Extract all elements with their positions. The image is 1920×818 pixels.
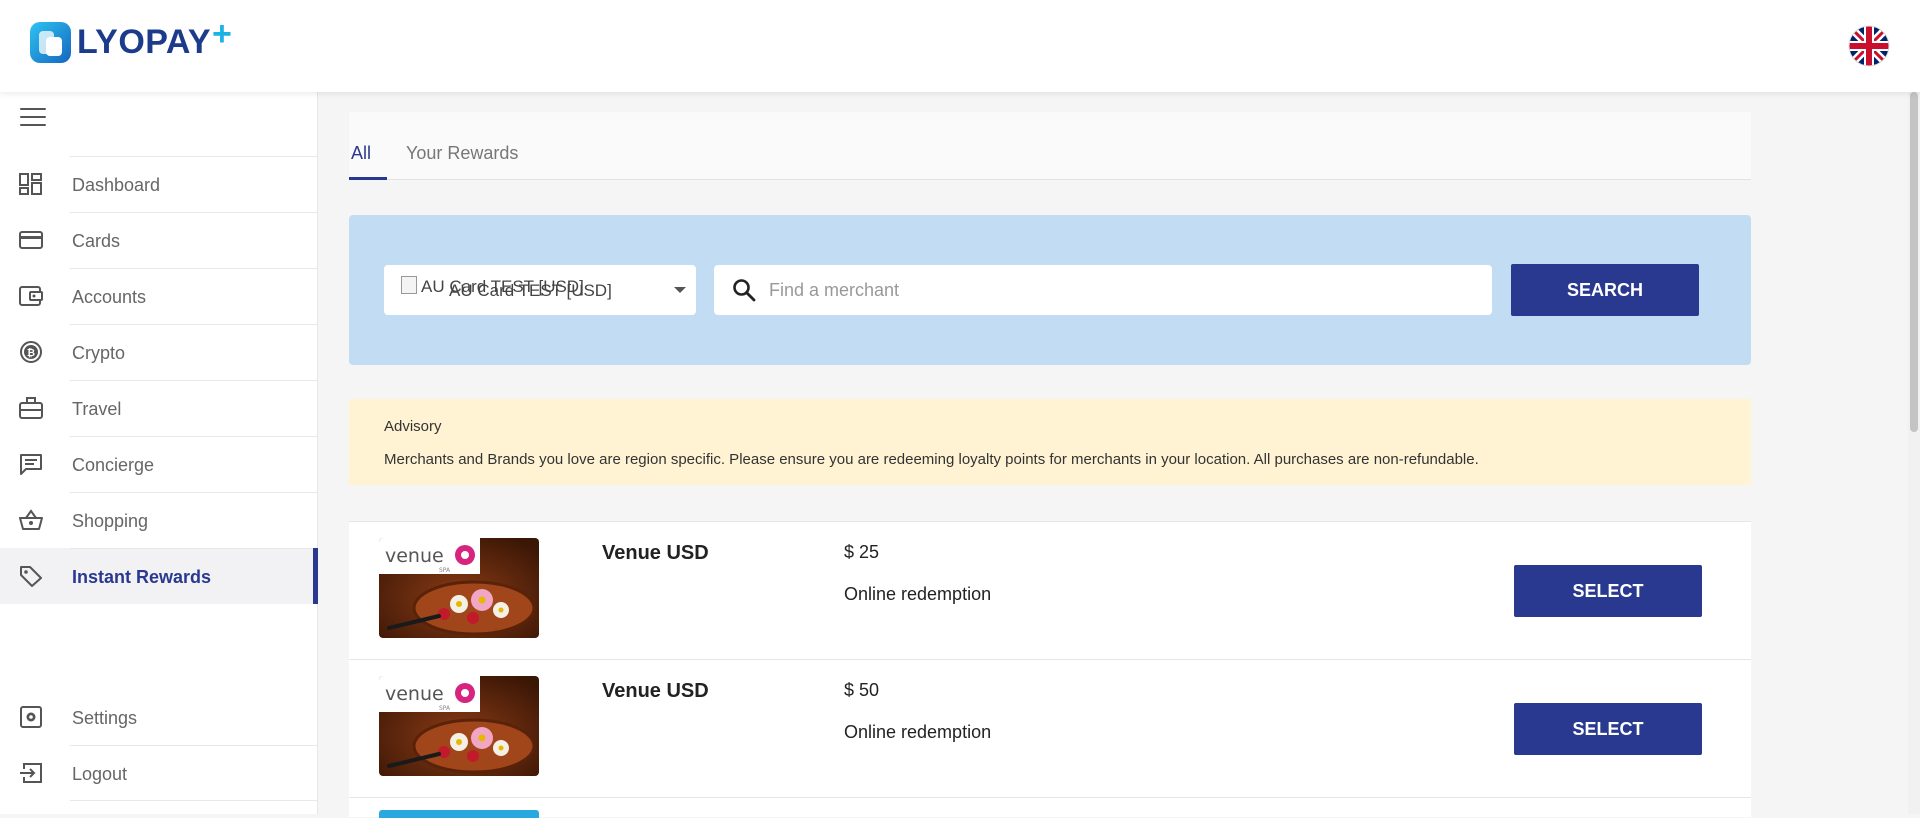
sidebar-item-accounts[interactable]: Accounts bbox=[0, 268, 318, 324]
sidebar-item-label: Accounts bbox=[72, 287, 147, 307]
sidebar-item-label: Shopping bbox=[72, 511, 149, 531]
sidebar-item-travel[interactable]: Travel bbox=[0, 380, 318, 436]
hamburger-icon[interactable] bbox=[20, 108, 46, 130]
brand-logo[interactable]: LYOPAY + bbox=[30, 15, 232, 63]
logo-text: venue bbox=[385, 545, 444, 567]
basket-icon bbox=[19, 509, 43, 530]
sidebar-item-crypto[interactable]: ₿ Crypto bbox=[0, 324, 318, 380]
logout-icon bbox=[20, 763, 42, 783]
reward-tabs: All Your Rewards bbox=[349, 112, 1751, 180]
card-select[interactable]: AU Card TEST [USD] AU Card TEST [USD] bbox=[384, 265, 696, 315]
sidebar-item-label: Crypto bbox=[72, 343, 126, 363]
chat-icon bbox=[20, 454, 42, 475]
reward-item: venue SPA Venue USD $ 25 Online redempti… bbox=[349, 521, 1751, 659]
logo-subtext: SPA bbox=[439, 705, 451, 712]
card-select-value: AU Card TEST [USD] bbox=[449, 281, 612, 300]
reward-item: venue SPA Venue USD $ 50 Online redempti… bbox=[349, 659, 1751, 797]
reward-redemption-type: Online redemption bbox=[844, 584, 992, 604]
card-icon bbox=[19, 231, 43, 249]
bitcoin-icon: ₿ bbox=[20, 341, 42, 363]
dashboard-icon bbox=[19, 173, 42, 195]
reward-name: Venue USD bbox=[602, 542, 709, 564]
sidebar-item-label: Dashboard bbox=[72, 175, 161, 195]
search-input[interactable] bbox=[769, 273, 1469, 307]
uk-flag-icon[interactable] bbox=[1848, 25, 1890, 67]
search-icon bbox=[733, 279, 756, 302]
merchant-search-box[interactable] bbox=[714, 265, 1492, 315]
main-content: All Your Rewards AU Card TEST [USD] AU C… bbox=[349, 112, 1751, 818]
wallet-icon bbox=[19, 286, 43, 306]
sidebar-item-label: Cards bbox=[72, 231, 121, 251]
sidebar-item-logout[interactable]: Logout bbox=[0, 745, 318, 801]
svg-text:₿: ₿ bbox=[27, 347, 35, 359]
sidebar-item-shopping[interactable]: Shopping bbox=[0, 492, 318, 548]
tab-all[interactable]: All bbox=[351, 143, 371, 164]
search-button[interactable]: SEARCH bbox=[1511, 264, 1699, 316]
tag-icon bbox=[20, 566, 42, 587]
venue-spa-logo-image: venue SPA bbox=[379, 538, 539, 638]
search-panel: AU Card TEST [USD] AU Card TEST [USD] SE… bbox=[349, 215, 1751, 365]
page-scrollbar[interactable] bbox=[1908, 92, 1920, 814]
venue-spa-logo-image: venue SPA bbox=[379, 676, 539, 776]
settings-icon bbox=[20, 706, 42, 728]
brand-plus: + bbox=[212, 14, 232, 53]
brand-name: LYOPAY bbox=[77, 22, 212, 61]
sidebar-item-label: Settings bbox=[72, 708, 138, 728]
logo-subtext: SPA bbox=[439, 567, 451, 574]
sidebar-item-label: Instant Rewards bbox=[72, 567, 212, 587]
sidebar-item-label: Travel bbox=[72, 399, 122, 419]
reward-name: Venue USD bbox=[602, 680, 709, 702]
advisory-title: Advisory bbox=[384, 418, 442, 435]
logo-text: venue bbox=[385, 683, 444, 705]
reward-price: $ 25 bbox=[844, 542, 880, 562]
select-reward-button[interactable]: SELECT bbox=[1514, 565, 1702, 617]
reward-item-partial bbox=[349, 797, 1751, 818]
reward-price: $ 50 bbox=[844, 680, 880, 700]
sidebar-item-cards[interactable]: Cards bbox=[0, 212, 318, 268]
active-tab-indicator bbox=[349, 177, 387, 180]
sidebar-item-settings[interactable]: Settings bbox=[0, 689, 318, 745]
logo-mark-icon bbox=[30, 21, 71, 63]
top-bar: LYOPAY + bbox=[0, 0, 1920, 92]
advisory-message: Merchants and Brands you love are region… bbox=[384, 451, 1479, 468]
advisory-banner: Advisory Merchants and Brands you love a… bbox=[349, 399, 1751, 485]
sidebar-item-instant-rewards[interactable]: Instant Rewards bbox=[0, 548, 318, 604]
sidebar: Dashboard Cards Accounts ₿ Crypto Travel… bbox=[0, 92, 318, 814]
sidebar-item-concierge[interactable]: Concierge bbox=[0, 436, 318, 492]
sidebar-item-dashboard[interactable]: Dashboard bbox=[0, 156, 318, 212]
reward-redemption-type: Online redemption bbox=[844, 722, 992, 742]
chevron-down-icon bbox=[674, 287, 686, 293]
select-reward-button[interactable]: SELECT bbox=[1514, 703, 1702, 755]
sidebar-item-label: Logout bbox=[72, 764, 128, 784]
briefcase-icon bbox=[19, 397, 43, 419]
tab-your-rewards[interactable]: Your Rewards bbox=[406, 143, 518, 164]
sidebar-item-label: Concierge bbox=[72, 455, 155, 475]
